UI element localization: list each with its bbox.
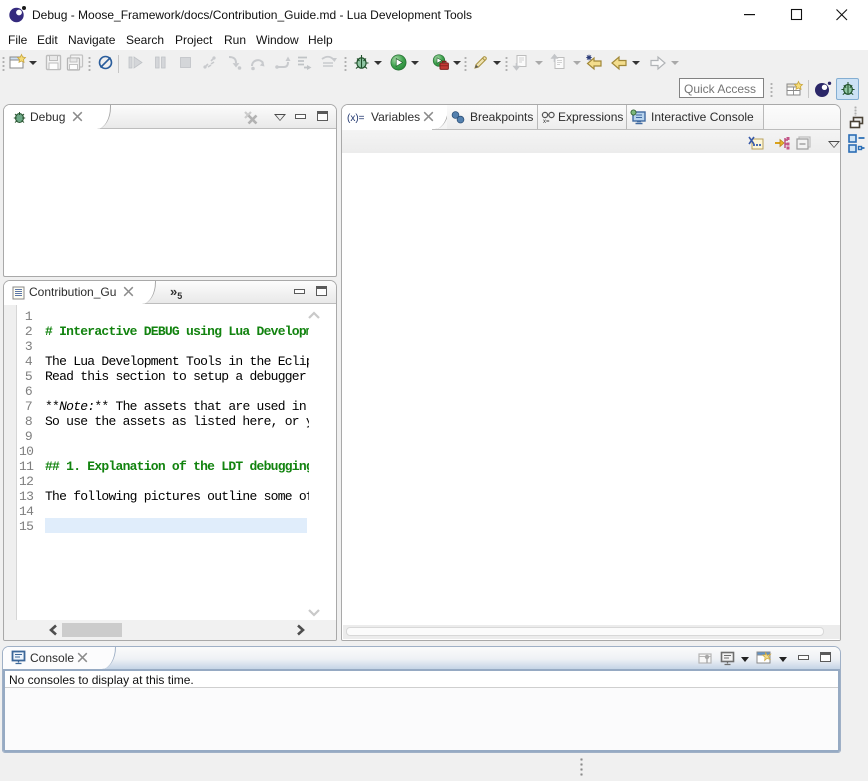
svg-text:x=: x= — [543, 119, 550, 125]
